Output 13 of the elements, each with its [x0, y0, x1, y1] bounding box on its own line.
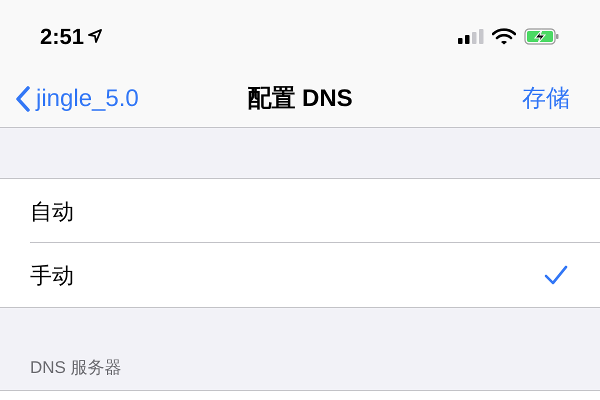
location-arrow-icon	[88, 29, 102, 43]
wifi-icon	[492, 28, 516, 44]
signal-icon	[458, 28, 484, 44]
save-button[interactable]: 存储	[522, 80, 584, 116]
status-time: 2:51	[40, 22, 84, 50]
battery-charging-icon	[524, 28, 560, 44]
chevron-left-icon	[16, 86, 30, 112]
checkmark-icon	[544, 265, 568, 285]
back-button[interactable]: jingle_5.0	[16, 80, 139, 116]
option-row[interactable]: 手动	[0, 243, 600, 307]
section-header: DNS 服务器	[30, 356, 122, 378]
option-row[interactable]: 自动	[0, 179, 600, 243]
nav-title: 配置 DNS	[247, 84, 353, 114]
